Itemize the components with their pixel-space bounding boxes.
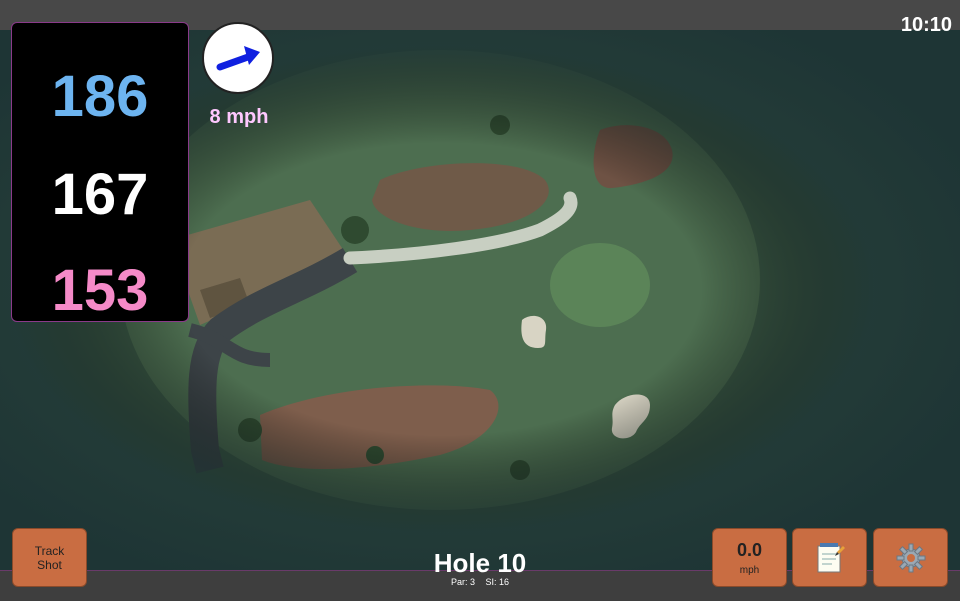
hole-par: Par: 3 bbox=[450, 577, 475, 587]
notepad-icon bbox=[817, 542, 845, 572]
speed-button[interactable]: 0.0 mph bbox=[712, 528, 787, 587]
hole-info: Par: 3 SI: 16 bbox=[380, 577, 580, 587]
gear-icon bbox=[896, 543, 925, 572]
distance-center: 167 bbox=[51, 162, 149, 227]
speed-unit: mph bbox=[739, 564, 760, 576]
clock: 10:10 bbox=[900, 14, 952, 36]
track-shot-label-line1: Track bbox=[34, 543, 65, 558]
distance-front: 153 bbox=[51, 258, 149, 323]
distance-panel: 186 167 153 bbox=[11, 22, 189, 323]
track-shot-label-line2: Shot bbox=[37, 557, 62, 572]
notes-button[interactable] bbox=[792, 528, 867, 587]
distance-back: 186 bbox=[51, 64, 149, 129]
hole-stroke-index: SI: 16 bbox=[485, 577, 510, 587]
wind-arrow-icon bbox=[216, 46, 260, 71]
speed-value: 0.0 bbox=[736, 539, 763, 560]
settings-button[interactable] bbox=[873, 528, 948, 587]
track-shot-button[interactable]: Track Shot bbox=[12, 528, 87, 587]
wind-indicator bbox=[202, 22, 274, 94]
wind-speed: 8 mph bbox=[209, 106, 269, 128]
hole-title: Hole 10 bbox=[433, 548, 527, 578]
